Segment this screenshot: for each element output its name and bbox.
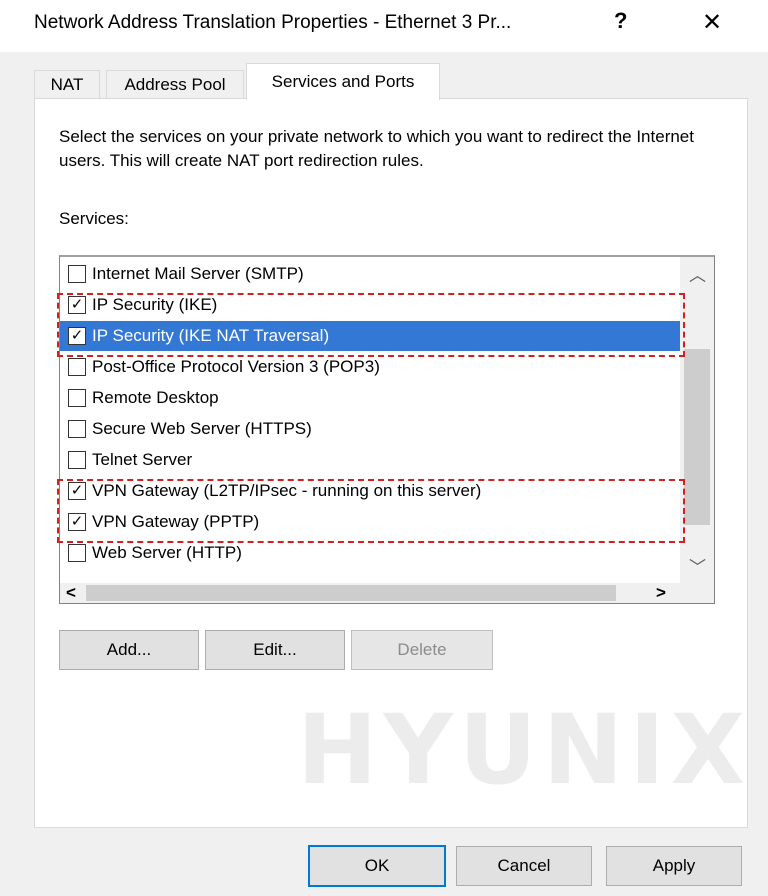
list-item[interactable]: ✓ VPN Gateway (L2TP/IPsec - running on th… xyxy=(60,476,680,506)
list-item[interactable]: Web Server (HTTP) xyxy=(60,538,680,568)
title-bar: Network Address Translation Properties -… xyxy=(0,0,768,52)
tab-address-pool[interactable]: Address Pool xyxy=(106,70,244,99)
list-item-label: Internet Mail Server (SMTP) xyxy=(92,264,304,283)
scroll-right-icon[interactable]: > xyxy=(656,583,666,603)
list-item-label: VPN Gateway (L2TP/IPsec - running on thi… xyxy=(92,481,482,500)
list-item[interactable]: ✓ IP Security (IKE) xyxy=(60,290,680,320)
list-item-label: Secure Web Server (HTTPS) xyxy=(92,419,312,438)
checked-checkbox[interactable]: ✓ xyxy=(68,482,86,500)
unchecked-checkbox[interactable] xyxy=(68,265,86,283)
checked-checkbox[interactable]: ✓ xyxy=(68,513,86,531)
list-item[interactable]: Telnet Server xyxy=(60,445,680,475)
list-item[interactable]: ✓ VPN Gateway (PPTP) xyxy=(60,507,680,537)
unchecked-checkbox[interactable] xyxy=(68,358,86,376)
services-list[interactable]: Internet Mail Server (SMTP) ✓ IP Security … xyxy=(59,255,715,604)
unchecked-checkbox[interactable] xyxy=(68,389,86,407)
horizontal-scroll-thumb[interactable] xyxy=(86,585,616,601)
list-item[interactable]: ✓ IP Security (IKE NAT Traversal) xyxy=(60,321,680,351)
services-label: Services: xyxy=(59,209,129,228)
list-item-label: Post-Office Protocol Version 3 (POP3) xyxy=(92,357,380,376)
unchecked-checkbox[interactable] xyxy=(68,420,86,438)
ok-button[interactable]: OK xyxy=(308,845,446,887)
delete-button[interactable]: Delete xyxy=(351,630,493,670)
list-item-label: IP Security (IKE NAT Traversal) xyxy=(92,326,330,345)
list-item[interactable]: Internet Mail Server (SMTP) xyxy=(60,259,680,289)
close-button[interactable]: ✕ xyxy=(702,8,722,37)
tab-services-and-ports[interactable]: Services and Ports xyxy=(246,63,440,100)
apply-button[interactable]: Apply xyxy=(606,846,742,886)
add-button[interactable]: Add... xyxy=(59,630,199,670)
unchecked-checkbox[interactable] xyxy=(68,544,86,562)
unchecked-checkbox[interactable] xyxy=(68,451,86,469)
window-title: Network Address Translation Properties -… xyxy=(34,12,512,33)
scroll-down-icon[interactable]: ﹀ xyxy=(689,553,706,578)
services-panel: Select the services on your private netw… xyxy=(34,98,748,828)
vertical-scrollbar[interactable]: ︿ ﹀ xyxy=(680,257,714,583)
list-item-label: IP Security (IKE) xyxy=(92,295,218,314)
list-item[interactable]: Secure Web Server (HTTPS) xyxy=(60,414,680,444)
list-item-label: Telnet Server xyxy=(92,450,193,469)
checked-checkbox[interactable]: ✓ xyxy=(68,327,86,345)
edit-button[interactable]: Edit... xyxy=(205,630,345,670)
help-button[interactable]: ? xyxy=(614,8,627,34)
cancel-button[interactable]: Cancel xyxy=(456,846,592,886)
list-item[interactable]: Post-Office Protocol Version 3 (POP3) xyxy=(60,352,680,382)
list-item[interactable]: Remote Desktop xyxy=(60,383,680,413)
description-text: Select the services on your private netw… xyxy=(59,127,694,170)
checked-checkbox[interactable]: ✓ xyxy=(68,296,86,314)
list-item-label: Remote Desktop xyxy=(92,388,219,407)
scrollbar-corner xyxy=(680,583,714,603)
scroll-up-icon[interactable]: ︿ xyxy=(689,261,706,286)
list-item-label: Web Server (HTTP) xyxy=(92,543,242,562)
list-item-label: VPN Gateway (PPTP) xyxy=(92,512,260,531)
scroll-left-icon[interactable]: < xyxy=(66,583,76,603)
vertical-scroll-thumb[interactable] xyxy=(684,349,710,525)
tab-nat[interactable]: NAT xyxy=(34,70,100,99)
horizontal-scrollbar[interactable]: < > xyxy=(60,583,680,603)
watermark-logo: HYUNIX xyxy=(297,694,751,806)
